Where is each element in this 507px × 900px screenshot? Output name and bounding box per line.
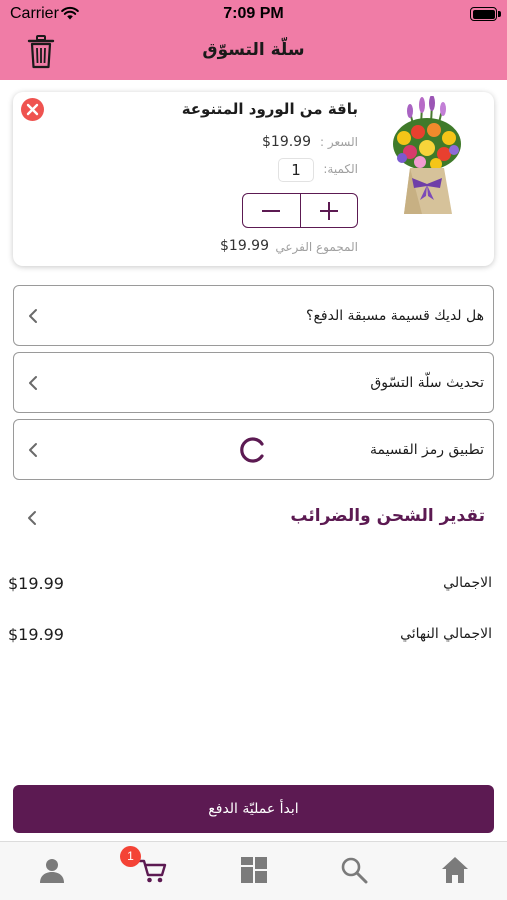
profile-icon (40, 859, 64, 883)
checkout-button[interactable]: ابدأ عمليّة الدفع (13, 785, 494, 833)
prepaid-coupon-label: هل لديك قسيمة مسبقة الدفع؟ (306, 307, 484, 324)
cart-item-card: باقة من الورود المتنوعة السعر : $19.99 ا… (13, 92, 494, 266)
chevron-left-icon (29, 308, 37, 323)
decrease-quantity-button[interactable] (243, 194, 300, 227)
cart-icon (139, 859, 167, 883)
prepaid-coupon-row[interactable]: هل لديك قسيمة مسبقة الدفع؟ (13, 285, 494, 346)
grand-total-label: الاجمالي النهائي (400, 626, 492, 642)
remove-item-button[interactable] (21, 98, 44, 121)
tab-home[interactable] (405, 842, 505, 900)
chevron-left-icon (28, 511, 36, 525)
total-value: $19.99 (8, 574, 64, 593)
quantity-field[interactable]: 1 (278, 158, 314, 182)
categories-icon (241, 857, 267, 883)
price-label: السعر : (320, 135, 358, 149)
home-icon (442, 857, 468, 883)
price-value: $19.99 (262, 134, 311, 150)
close-icon (26, 103, 39, 116)
battery-cap (498, 11, 501, 17)
minus-icon (262, 209, 281, 212)
total-label: الاجمالي (443, 575, 492, 591)
increase-quantity-button[interactable] (299, 194, 358, 227)
quantity-label: الكمية: (323, 162, 358, 176)
spinner-icon (240, 437, 264, 463)
header-bar: Carrier 7:09 PM سلّة التسوّق (0, 0, 507, 80)
product-name[interactable]: باقة من الورود المتنوعة (182, 100, 358, 118)
subtotal-value: $19.99 (220, 238, 269, 254)
plus-icon (319, 201, 338, 220)
update-cart-row[interactable]: تحديث سلّة التسّوق (13, 352, 494, 413)
tab-search[interactable] (304, 842, 404, 900)
tab-categories[interactable] (204, 842, 304, 900)
apply-coupon-label: تطبيق رمز القسيمة (370, 441, 484, 458)
cart-badge: 1 (120, 846, 141, 867)
update-cart-label: تحديث سلّة التسّوق (370, 374, 484, 391)
tab-profile[interactable] (2, 842, 102, 900)
tab-bar: 1 (0, 841, 507, 900)
tab-cart[interactable] (103, 842, 203, 900)
apply-coupon-row[interactable]: تطبيق رمز القسيمة (13, 419, 494, 480)
battery-icon (470, 7, 497, 21)
chevron-left-icon (29, 375, 37, 390)
shipping-estimate-row[interactable]: تقدير الشحن والضرائب (13, 496, 494, 540)
grand-total-value: $19.99 (8, 625, 64, 644)
grand-total-row: $19.99 الاجمالي النهائي (8, 623, 492, 649)
page-title: سلّة التسوّق (202, 40, 305, 60)
search-icon (341, 857, 368, 884)
subtotal-label: المجموع الفرعي (275, 240, 358, 254)
shipping-estimate-label: تقدير الشحن والضرائب (290, 506, 485, 526)
product-image[interactable] (382, 96, 472, 218)
total-row: $19.99 الاجمالي (8, 572, 492, 598)
status-time: 7:09 PM (223, 5, 284, 22)
quantity-stepper (242, 193, 358, 228)
chevron-left-icon (29, 442, 37, 457)
status-bar: Carrier 7:09 PM (0, 0, 507, 30)
